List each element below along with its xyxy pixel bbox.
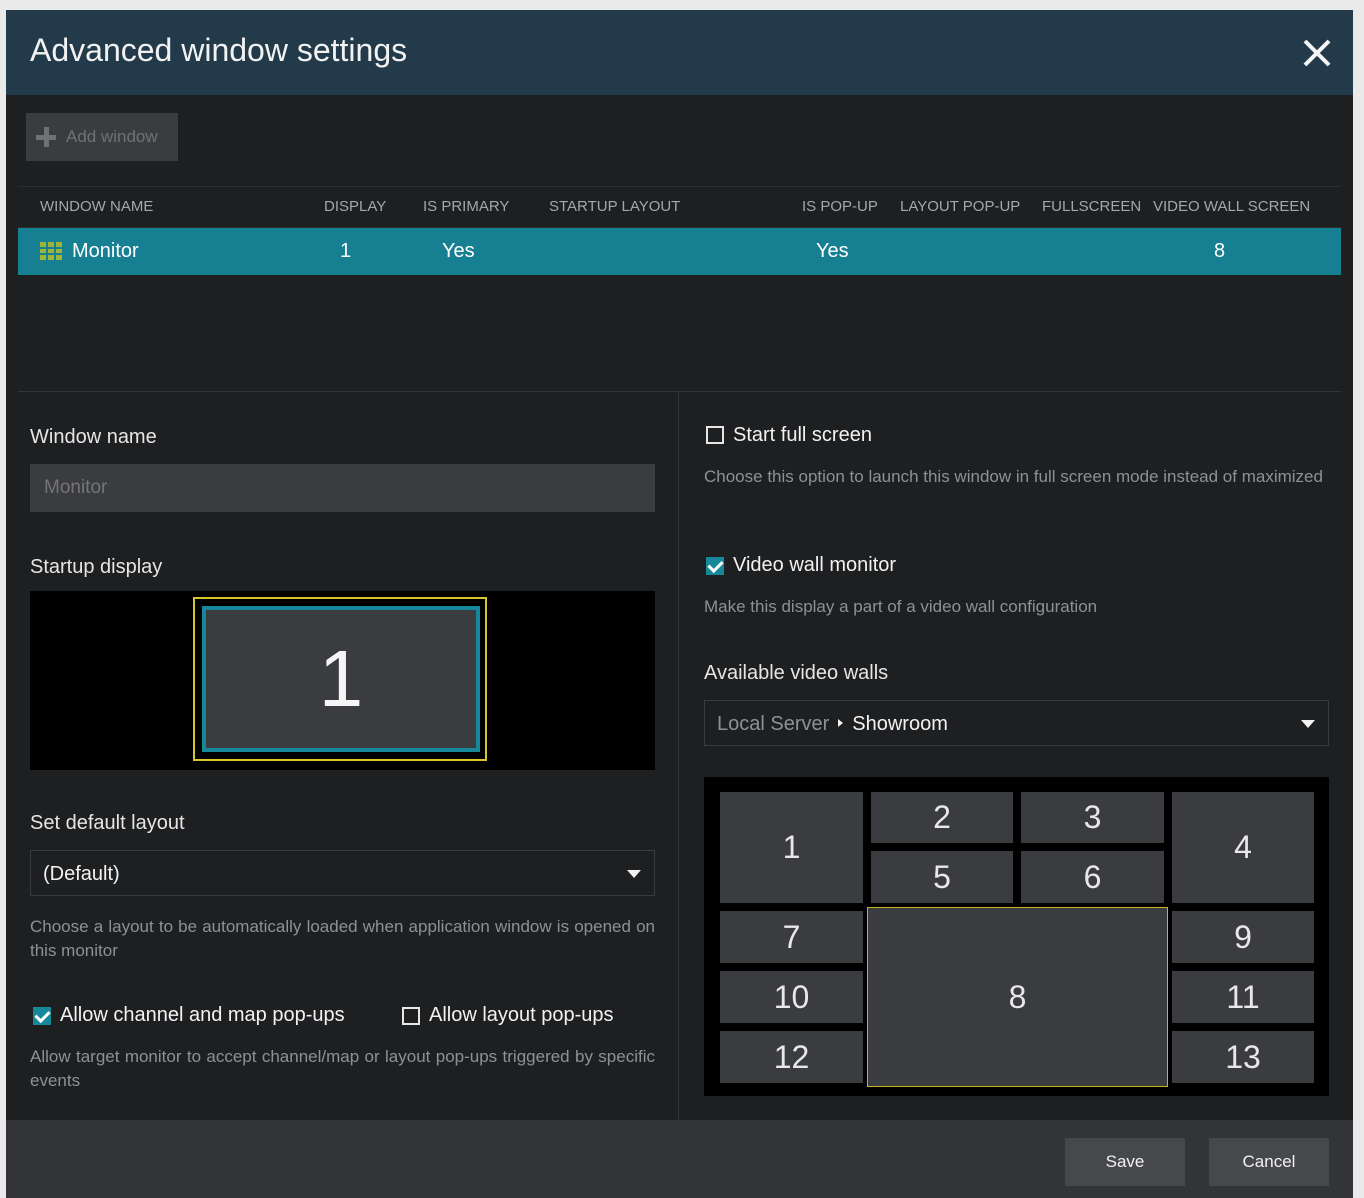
column-startup-layout[interactable]: STARTUP LAYOUT — [549, 198, 680, 215]
cell-window-name: Monitor — [72, 240, 139, 262]
wall-screen-5[interactable]: 5 — [871, 851, 1013, 903]
chevron-down-icon — [627, 870, 641, 878]
column-display[interactable]: DISPLAY — [324, 198, 386, 215]
video-wall-monitor-hint: Make this display a part of a video wall… — [704, 597, 1098, 616]
window-name-input[interactable] — [30, 464, 655, 512]
dialog-footer: Save Cancel — [6, 1120, 1353, 1198]
startup-display-label: Startup display — [30, 556, 163, 578]
column-divider — [678, 392, 679, 1120]
allow-channel-popups-label[interactable]: Allow channel and map pop-ups — [60, 1004, 345, 1027]
cell-video-wall-screen: 8 — [1214, 240, 1226, 262]
wall-server-name: Local Server — [717, 713, 830, 735]
default-layout-hint: Choose a layout to be automatically load… — [30, 917, 655, 960]
table-row[interactable]: Monitor 1 Yes Yes 8 — [18, 228, 1341, 275]
video-wall-monitor-label[interactable]: Video wall monitor — [733, 554, 896, 577]
add-window-label: Add window — [66, 127, 158, 146]
wall-screen-12[interactable]: 12 — [720, 1031, 863, 1083]
video-wall-monitor-checkbox[interactable] — [706, 557, 724, 575]
dialog-title: Advanced window settings — [30, 32, 408, 68]
plus-icon — [36, 127, 56, 147]
advanced-window-settings-dialog: Advanced window settings Add window WIND… — [6, 10, 1353, 1198]
column-is-primary[interactable]: IS PRIMARY — [423, 198, 509, 215]
cell-is-primary: Yes — [442, 240, 475, 262]
dialog-title-bar: Advanced window settings — [6, 10, 1353, 95]
column-layout-popup[interactable]: LAYOUT POP-UP — [900, 198, 1020, 215]
default-layout-value: (Default) — [43, 863, 120, 885]
close-icon[interactable] — [1300, 36, 1334, 70]
default-layout-label: Set default layout — [30, 812, 185, 834]
startup-display-picker: 1 — [30, 591, 655, 770]
allow-layout-popups-label[interactable]: Allow layout pop-ups — [429, 1004, 614, 1027]
wall-screen-11[interactable]: 11 — [1172, 971, 1314, 1023]
column-fullscreen[interactable]: FULLSCREEN — [1042, 198, 1141, 215]
cell-display: 1 — [340, 240, 352, 262]
start-fullscreen-hint: Choose this option to launch this window… — [704, 467, 1323, 486]
cancel-button[interactable]: Cancel — [1209, 1138, 1329, 1186]
wall-screen-7[interactable]: 7 — [720, 911, 863, 963]
windows-table-header: WINDOW NAME DISPLAY IS PRIMARY STARTUP L… — [18, 186, 1341, 228]
wall-screen-6[interactable]: 6 — [1021, 851, 1164, 903]
window-name-label: Window name — [30, 426, 157, 448]
grid-layout-icon — [40, 242, 62, 260]
wall-screen-9[interactable]: 9 — [1172, 911, 1314, 963]
video-wall-path: Local Server Showroom — [717, 713, 948, 736]
wall-name: Showroom — [852, 713, 948, 735]
save-button[interactable]: Save — [1065, 1138, 1185, 1186]
section-divider — [18, 391, 1341, 392]
breadcrumb-arrow-icon — [838, 719, 844, 728]
cell-is-popup: Yes — [816, 240, 849, 262]
wall-screen-10[interactable]: 10 — [720, 971, 863, 1023]
allow-channel-popups-checkbox[interactable] — [33, 1007, 51, 1025]
wall-screen-3[interactable]: 3 — [1021, 792, 1164, 843]
allow-layout-popups-checkbox[interactable] — [402, 1007, 420, 1025]
chevron-down-icon — [1301, 720, 1315, 728]
wall-screen-8[interactable]: 8 — [867, 907, 1168, 1087]
popups-hint: Allow target monitor to accept channel/m… — [30, 1047, 655, 1090]
display-1[interactable]: 1 — [202, 606, 480, 752]
available-walls-label: Available video walls — [704, 662, 889, 684]
column-window-name[interactable]: WINDOW NAME — [40, 198, 153, 215]
wall-screen-1[interactable]: 1 — [720, 792, 863, 903]
column-video-wall-screen[interactable]: VIDEO WALL SCREEN — [1153, 198, 1310, 215]
video-wall-grid: 1 2 3 4 5 6 7 8 9 10 11 12 13 — [704, 777, 1329, 1096]
wall-screen-4[interactable]: 4 — [1172, 792, 1314, 903]
start-fullscreen-checkbox[interactable] — [706, 426, 724, 444]
start-fullscreen-label[interactable]: Start full screen — [733, 424, 872, 447]
wall-screen-13[interactable]: 13 — [1172, 1031, 1314, 1083]
column-is-popup[interactable]: IS POP-UP — [802, 198, 878, 215]
wall-screen-2[interactable]: 2 — [871, 792, 1013, 843]
video-wall-select[interactable]: Local Server Showroom — [704, 700, 1329, 746]
add-window-button[interactable]: Add window — [26, 113, 178, 161]
default-layout-select[interactable]: (Default) — [30, 850, 655, 896]
